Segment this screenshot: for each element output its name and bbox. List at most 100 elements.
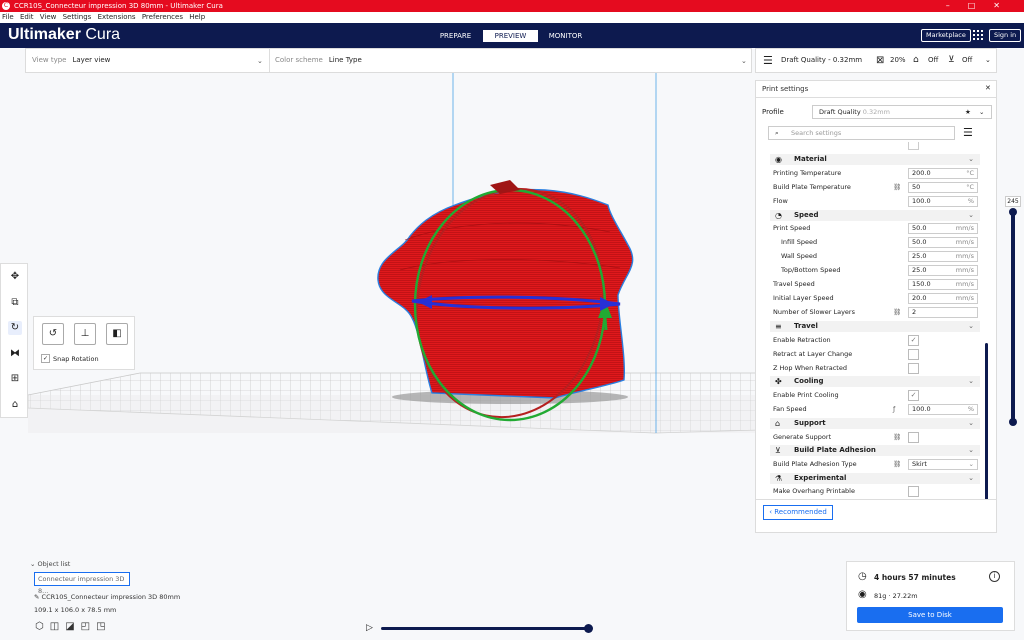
section-support[interactable]: ⌂ Support ⌄	[770, 418, 980, 429]
menu-preferences[interactable]: Preferences	[142, 13, 183, 21]
setting-enable-cooling: Enable Print Cooling ✓	[773, 389, 978, 402]
sliders-icon: ☰	[763, 54, 773, 67]
rotate-tool-icon[interactable]: ↻	[8, 321, 22, 335]
speed-icon: ◔	[775, 211, 782, 220]
menu-help[interactable]: Help	[189, 13, 205, 21]
search-input[interactable]: ⌕ Search settings	[768, 126, 955, 140]
section-travel[interactable]: ≡ Travel ⌄	[770, 321, 980, 332]
tool-strip: ✥ ⧉ ↻ ⧓ ⊞ ⌂	[0, 263, 28, 418]
reset-rotation-button[interactable]: ↺	[42, 323, 64, 345]
print-setup-bar[interactable]: ☰ Draft Quality - 0.32mm ⊠ 20% ⌂ Off ⊻ O…	[755, 48, 997, 73]
tab-prepare[interactable]: PREPARE	[428, 30, 483, 42]
menu-settings[interactable]: Settings	[63, 13, 92, 21]
chevron-left-icon: ‹	[769, 508, 772, 516]
section-material[interactable]: ◉ Material ⌄	[770, 154, 980, 165]
scale-tool-icon[interactable]: ⧉	[8, 296, 22, 310]
z-hop-checkbox[interactable]	[908, 363, 919, 374]
setting-fan-speed: Fan Speed ƒ 100.0%	[773, 403, 978, 416]
overhang-checkbox[interactable]	[908, 486, 919, 497]
menu-bar: File Edit View Settings Extensions Prefe…	[0, 12, 1024, 23]
profile-select[interactable]: Draft Quality 0.32mm ★ ⌄	[812, 105, 992, 119]
cooling-checkbox[interactable]: ✓	[908, 390, 919, 401]
setting-generate-support: Generate Support ⛓	[773, 431, 978, 444]
simulation-track[interactable]	[381, 627, 588, 630]
view-type-select[interactable]: View type Layer view	[32, 49, 266, 72]
layer-slider-track[interactable]	[1011, 210, 1015, 422]
retract-layer-checkbox[interactable]	[908, 349, 919, 360]
menu-file[interactable]: File	[2, 13, 14, 21]
tab-monitor[interactable]: MONITOR	[538, 30, 593, 42]
move-tool-icon[interactable]: ✥	[8, 270, 22, 284]
fan-speed-field[interactable]: 100.0%	[908, 404, 978, 415]
print-speed-field[interactable]: 50.0 mm/s	[908, 223, 978, 234]
travel-speed-field[interactable]: 150.0 mm/s	[908, 279, 978, 290]
object-list-item[interactable]: Connecteur impression 3D 8...	[34, 572, 130, 595]
setting-topbottom-speed: Top/Bottom Speed 25.0 mm/s	[773, 264, 978, 277]
star-icon[interactable]: ★	[965, 106, 971, 118]
object-dimensions: 109.1 x 106.0 x 78.5 mm	[34, 606, 117, 614]
build-plate-temperature-field[interactable]: 50 °C	[908, 182, 978, 193]
section-adhesion[interactable]: ⊻ Build Plate Adhesion ⌄	[770, 445, 980, 456]
setting-retract-layer-change: Retract at Layer Change	[773, 348, 978, 361]
save-to-disk-button[interactable]: Save to Disk	[857, 607, 1003, 623]
profile-summary: Draft Quality - 0.32mm	[781, 56, 863, 64]
initial-layer-speed-field[interactable]: 20.0 mm/s	[908, 293, 978, 304]
infill-speed-field[interactable]: 50.0 mm/s	[908, 237, 978, 248]
simulation-handle[interactable]	[584, 624, 593, 633]
print-job-summary: ◷ 4 hours 57 minutes i ◉ 81g · 27.22m Sa…	[846, 561, 1015, 631]
lay-flat-icon: ⊥	[80, 328, 90, 339]
recommended-button[interactable]: ‹ Recommended	[763, 505, 833, 520]
layer-number[interactable]: 245	[1005, 196, 1021, 207]
function-icon: ƒ	[893, 405, 896, 413]
select-face-button[interactable]: ◧	[106, 323, 128, 345]
window-titlebar: C CCR10S_Connecteur impression 3D 80mm -…	[0, 0, 1024, 12]
play-icon[interactable]: ▷	[366, 623, 373, 633]
section-speed[interactable]: ◔ Speed ⌄	[770, 210, 980, 221]
printing-temperature-field[interactable]: 200.0 °C	[908, 168, 978, 179]
per-model-settings-icon[interactable]: ⊞	[8, 372, 22, 386]
link-icon: ⛓	[893, 433, 902, 441]
window-controls[interactable]: –□✕	[946, 0, 1018, 12]
info-icon[interactable]: i	[989, 571, 1000, 582]
color-scheme-select[interactable]: Color scheme Line Type	[275, 49, 745, 72]
mirror-tool-icon[interactable]: ⧓	[8, 347, 22, 361]
retraction-checkbox[interactable]: ✓	[908, 335, 919, 346]
flow-field[interactable]: 100.0%	[908, 196, 978, 207]
slower-layers-field[interactable]: 2	[908, 307, 978, 318]
panel-title: Print settings	[762, 85, 809, 93]
view-options-bar: View type Layer view ⌄ Color scheme Line T…	[25, 48, 752, 73]
layer-slider-bottom-handle[interactable]	[1009, 418, 1017, 426]
camera-view-buttons[interactable]: ⬡◫◪◰◳	[35, 621, 112, 632]
object-list-toggle[interactable]: ⌄ Object list	[30, 560, 70, 568]
setting-slower-layers: Number of Slower Layers ⛓ 2	[773, 306, 978, 319]
menu-view[interactable]: View	[40, 13, 57, 21]
menu-extensions[interactable]: Extensions	[98, 13, 136, 21]
lay-flat-button[interactable]: ⊥	[74, 323, 96, 345]
support-icon: ⌂	[913, 55, 919, 65]
wall-speed-field[interactable]: 25.0 mm/s	[908, 251, 978, 262]
tab-preview[interactable]: PREVIEW	[483, 30, 538, 42]
apps-grid-icon[interactable]	[973, 30, 983, 40]
section-experimental[interactable]: ⚗ Experimental ⌄	[770, 473, 980, 484]
support-blocker-icon[interactable]: ⌂	[8, 398, 22, 412]
adhesion-type-select[interactable]: Skirt ⌄	[908, 459, 978, 470]
marketplace-button[interactable]: Marketplace	[921, 29, 971, 42]
layer-slider-top-handle[interactable]	[1009, 208, 1017, 216]
signin-button[interactable]: Sign in	[989, 29, 1022, 42]
snap-rotation-checkbox[interactable]: ✓	[41, 354, 50, 363]
section-cooling[interactable]: ✤ Cooling ⌄	[770, 376, 980, 387]
print-time: 4 hours 57 minutes	[874, 573, 956, 582]
right-view-icon: ◳	[96, 621, 112, 632]
support-checkbox[interactable]	[908, 432, 919, 443]
chevron-down-icon: ⌄	[257, 57, 263, 65]
topbottom-speed-field[interactable]: 25.0 mm/s	[908, 265, 978, 276]
close-icon[interactable]: ✕	[985, 84, 991, 92]
adhesion-value: Off	[962, 56, 973, 64]
app-header: Ultimaker Cura PREPARE PREVIEW MONITOR M…	[0, 23, 1024, 48]
menu-edit[interactable]: Edit	[20, 13, 34, 21]
menu-icon[interactable]: ☰	[963, 126, 973, 139]
setting-flow: Flow 100.0%	[773, 195, 978, 208]
3d-view-icon: ⬡	[35, 621, 50, 632]
settings-scrollbar[interactable]	[985, 343, 988, 500]
setting-wall-speed: Wall Speed 25.0 mm/s	[773, 250, 978, 263]
